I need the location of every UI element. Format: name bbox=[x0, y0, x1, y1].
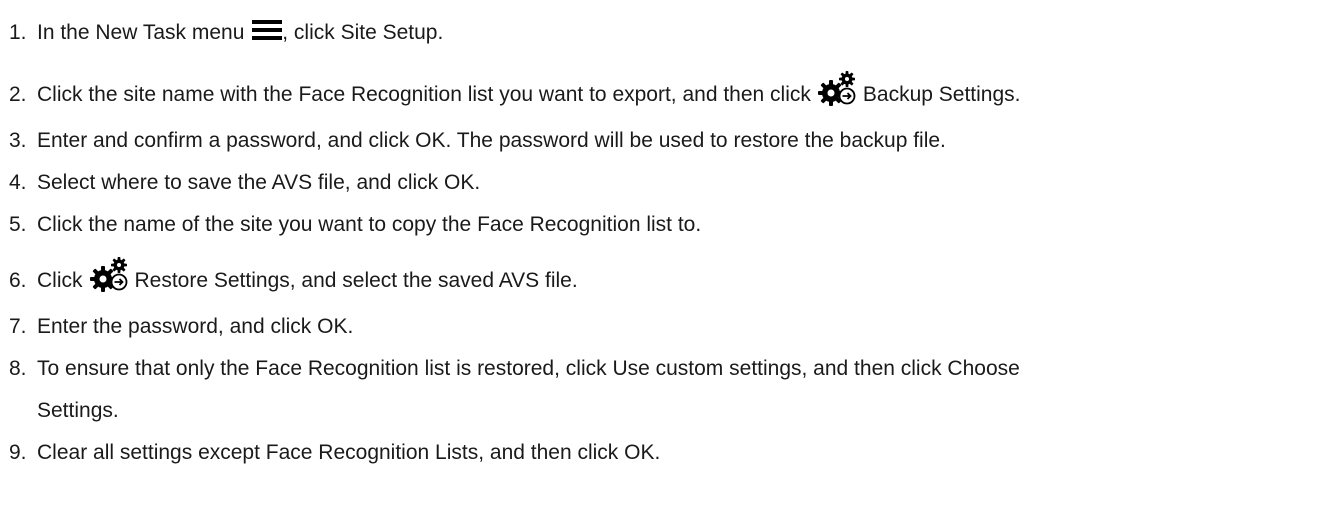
step-text: Enter the password, and click OK. bbox=[37, 315, 354, 338]
step-text: Restore Settings, and select the saved A… bbox=[134, 269, 578, 292]
step-number: 5. bbox=[9, 213, 27, 236]
step-text: To ensure that only the Face Recognition… bbox=[37, 357, 1020, 380]
restore-settings-gears-icon bbox=[89, 257, 127, 292]
step-7: 7. Enter the password, and click OK. bbox=[9, 308, 353, 346]
step-number: 9. bbox=[9, 441, 27, 464]
step-text: Click the site name with the Face Recogn… bbox=[37, 83, 811, 106]
step-text: In the New Task menu bbox=[37, 21, 251, 44]
hamburger-menu-icon bbox=[252, 20, 283, 40]
step-5: 5. Click the name of the site you want to… bbox=[9, 206, 701, 244]
step-number: 1. bbox=[9, 21, 27, 44]
step-number: 7. bbox=[9, 315, 27, 338]
step-text: Select where to save the AVS file, and c… bbox=[37, 171, 481, 194]
step-number: 8. bbox=[9, 357, 27, 380]
step-text: Click bbox=[37, 269, 83, 292]
step-number: 3. bbox=[9, 129, 27, 152]
step-text: Click the name of the site you want to c… bbox=[37, 213, 702, 236]
step-text: Enter and confirm a password, and click … bbox=[37, 129, 946, 152]
step-number: 4. bbox=[9, 171, 27, 194]
step-text: Clear all settings except Face Recogniti… bbox=[37, 441, 661, 464]
step-number: 6. bbox=[9, 269, 27, 292]
step-text: , click Site Setup. bbox=[282, 21, 444, 44]
step-8-continuation: Settings. bbox=[9, 392, 119, 430]
step-8: 8. To ensure that only the Face Recogniti… bbox=[9, 350, 1020, 388]
step-1: 1. In the New Task menu , click Site Setu… bbox=[9, 14, 443, 52]
step-4: 4. Select where to save the AVS file, and… bbox=[9, 164, 480, 202]
step-text: Settings. bbox=[37, 399, 119, 422]
step-2: 2. Click the site name with the Face Reco… bbox=[9, 71, 1020, 114]
backup-settings-gears-icon bbox=[817, 71, 856, 106]
step-3: 3. Enter and confirm a password, and clic… bbox=[9, 122, 946, 160]
step-number: 2. bbox=[9, 83, 27, 106]
step-text: Backup Settings. bbox=[862, 83, 1021, 106]
step-9: 9. Clear all settings except Face Recogni… bbox=[9, 434, 660, 472]
step-6: 6. Click Restore Settings, and select the… bbox=[9, 257, 578, 300]
